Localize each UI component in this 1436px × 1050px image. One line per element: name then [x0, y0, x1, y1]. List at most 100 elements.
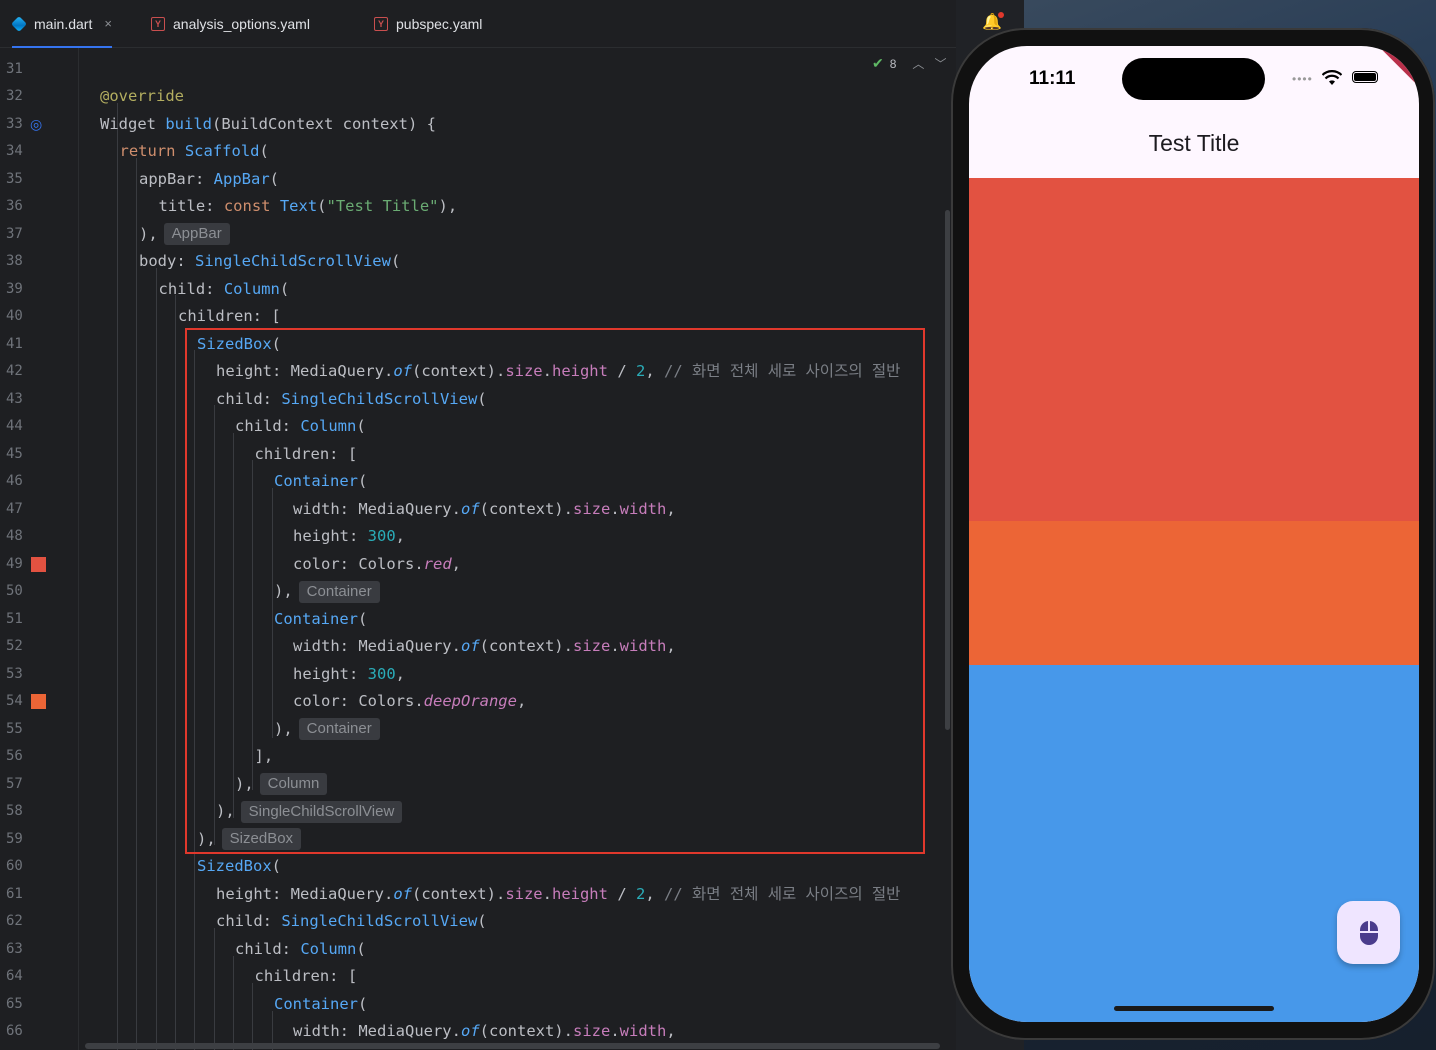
line-number-gutter: 31 32 33 34 35 36 37 38 39 40 41 42 43 44 45 46 47 48 49 50… — [0, 48, 79, 1050]
line-number: 36 — [6, 198, 23, 214]
code-line[interactable]: Container( — [274, 468, 367, 496]
code-token: 2 — [635, 362, 646, 380]
code-token: width: MediaQuery. — [293, 637, 461, 655]
code-line[interactable]: color: Colors.deepOrange, — [293, 688, 526, 716]
code-line[interactable]: ), Column — [235, 771, 328, 799]
code-token: appBar: — [139, 169, 214, 188]
code-token: Scaffold — [184, 142, 260, 160]
code-line[interactable]: ), Container — [274, 578, 380, 606]
code-token: size — [572, 499, 611, 518]
code-line[interactable]: width: MediaQuery.of(context).size.width… — [293, 1018, 676, 1046]
tab-main-dart[interactable]: main.dart × — [11, 0, 112, 48]
code-token: (context). — [479, 1022, 573, 1040]
line-number: 62 — [6, 913, 23, 929]
code-token: , — [395, 664, 405, 683]
code-line[interactable]: appBar: AppBar( — [139, 166, 279, 194]
code-line[interactable]: SizedBox( — [197, 853, 281, 881]
code-token: . — [610, 1022, 620, 1040]
code-token: SingleChildScrollView — [195, 252, 391, 270]
horizontal-scrollbar[interactable] — [85, 1043, 940, 1049]
tab-pubspec[interactable]: Y pubspec.yaml — [374, 0, 482, 47]
inspection-widget[interactable]: ✔ 8 ︿ ﹀ — [872, 55, 946, 72]
code-line[interactable]: ), SingleChildScrollView — [216, 798, 403, 826]
code-line[interactable]: body: SingleChildScrollView( — [139, 248, 400, 276]
line-number: 65 — [6, 995, 23, 1012]
code-token: of — [460, 499, 480, 518]
code-line[interactable]: height: 300, — [293, 661, 405, 689]
line-number: 50 — [6, 583, 23, 599]
line-number: 66 — [6, 1023, 23, 1039]
vertical-scrollbar[interactable] — [945, 210, 950, 730]
code-token: ], — [254, 747, 274, 765]
code-editor: main.dart × Y analysis_options.yaml Y pu… — [0, 0, 956, 1050]
code-token: ( — [259, 142, 269, 160]
code-token: (context). — [479, 637, 573, 655]
check-icon: ✔ — [872, 55, 884, 71]
code-line[interactable]: Container( — [274, 606, 367, 634]
code-token: size — [572, 637, 611, 655]
code-line[interactable]: height: 300, — [293, 523, 405, 551]
code-line[interactable]: children: [ — [178, 303, 281, 331]
code-line[interactable]: width: MediaQuery.of(context).size.width… — [293, 633, 676, 661]
code-token: Container — [274, 994, 358, 1013]
code-line[interactable]: children: [ — [255, 441, 358, 469]
code-line[interactable]: color: Colors.red, — [293, 551, 461, 579]
code-token: Widget — [100, 114, 166, 133]
code-line[interactable]: Container( — [274, 991, 367, 1019]
code-token: , — [451, 554, 461, 573]
code-line[interactable]: title: const Text("Test Title"), — [159, 193, 458, 221]
code-line[interactable]: height: MediaQuery.of(context).size.heig… — [216, 881, 900, 909]
floating-action-button[interactable] — [1337, 901, 1400, 964]
line-number: 44 — [6, 418, 23, 434]
chevron-up-icon[interactable]: ︿ — [912, 55, 924, 72]
line-number: 34 — [6, 143, 23, 159]
code-token: const — [223, 197, 280, 215]
notification-bell-icon[interactable]: 🔔 — [982, 12, 1004, 32]
code-line[interactable]: Widget build(BuildContext context) { — [100, 111, 436, 139]
code-token: (context). — [411, 362, 506, 380]
code-area[interactable]: @override Widget build(BuildContext conte… — [80, 48, 946, 1050]
code-line[interactable]: children: [ — [255, 963, 358, 991]
code-token: , — [645, 884, 664, 903]
line-number: 57 — [6, 775, 23, 792]
dart-file-icon — [11, 15, 27, 32]
closing-label-hint: Container — [298, 580, 380, 603]
code-line[interactable]: child: Column( — [235, 936, 366, 964]
code-line[interactable]: return Scaffold( — [120, 138, 269, 166]
code-token: build — [165, 114, 212, 133]
chevron-down-icon[interactable]: ﹀ — [934, 55, 946, 72]
code-token: @override — [100, 87, 184, 105]
code-line[interactable]: ], — [255, 743, 274, 771]
code-token: . — [610, 499, 620, 518]
indent-guide — [136, 158, 137, 1050]
code-token: , — [666, 637, 676, 655]
code-token: , — [645, 362, 664, 380]
code-token: color: Colors. — [293, 554, 424, 573]
code-line[interactable]: width: MediaQuery.of(context).size.width… — [293, 496, 676, 524]
code-token: child: — [235, 417, 301, 435]
code-line[interactable]: SizedBox( — [197, 331, 281, 359]
code-line[interactable]: height: MediaQuery.of(context).size.heig… — [216, 358, 900, 386]
line-number: 48 — [6, 528, 23, 544]
line-number: 41 — [6, 335, 23, 352]
code-token: 300 — [367, 664, 396, 683]
code-token: (BuildContext context) { — [212, 114, 436, 133]
close-icon[interactable]: × — [104, 16, 112, 31]
code-line[interactable]: ), Container — [274, 716, 380, 744]
indent-guide — [252, 460, 253, 790]
code-token: ( — [269, 169, 279, 188]
color-swatch-red[interactable] — [31, 556, 46, 572]
code-token: SizedBox — [197, 857, 272, 875]
tab-analysis-options[interactable]: Y analysis_options.yaml — [151, 0, 310, 47]
code-line[interactable]: child: SingleChildScrollView( — [216, 908, 487, 936]
code-token: of — [460, 1022, 480, 1040]
override-marker-icon[interactable]: ◎ — [30, 116, 47, 133]
code-line[interactable]: ), SizedBox — [197, 826, 302, 854]
code-line[interactable]: ), AppBar — [139, 221, 230, 249]
code-line[interactable]: child: Column( — [159, 276, 290, 304]
code-line[interactable]: child: SingleChildScrollView( — [216, 386, 487, 414]
code-line[interactable]: @override — [100, 83, 184, 111]
code-line[interactable]: child: Column( — [235, 413, 366, 441]
color-swatch-deep-orange[interactable] — [31, 694, 46, 709]
code-token: body: — [139, 252, 195, 270]
